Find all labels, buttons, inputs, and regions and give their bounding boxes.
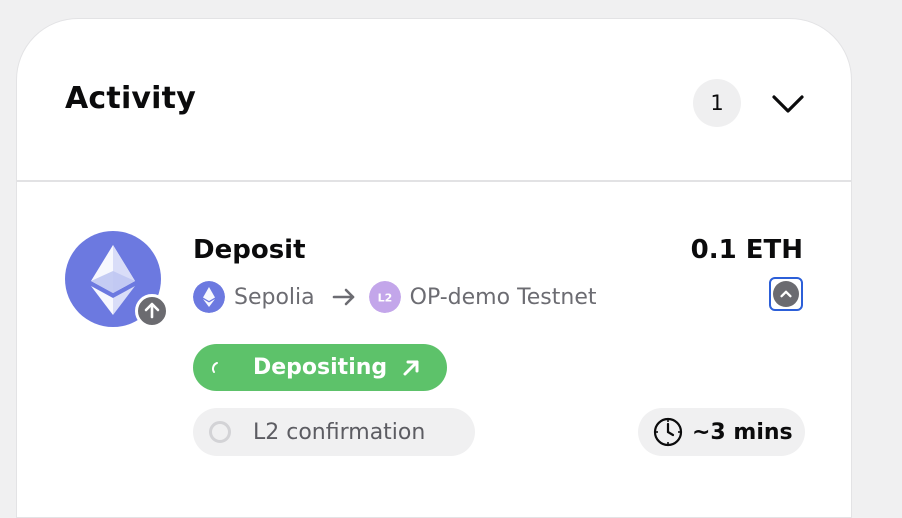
step-label: L2 confirmation (253, 419, 426, 445)
pending-circle-icon (209, 421, 231, 443)
l2-icon-text: L2 (377, 292, 392, 305)
sepolia-network-icon (193, 281, 225, 313)
eta-label: ~3 mins (692, 419, 793, 445)
l2-network-icon: L2 (368, 281, 401, 313)
network-route: Sepolia L2 OP-demo Testnet (193, 281, 597, 313)
chevron-down-icon[interactable] (771, 89, 805, 117)
external-link-icon (403, 360, 419, 375)
from-network-name: Sepolia (234, 284, 315, 310)
clock-icon (653, 417, 683, 447)
header-divider (17, 180, 851, 182)
arrow-right-icon (332, 288, 354, 306)
l2-confirmation-step: L2 confirmation (193, 408, 475, 456)
transaction-amount: 0.1 ETH (690, 235, 803, 265)
to-network-name: OP-demo Testnet (409, 284, 597, 310)
activity-panel: Activity 1 Deposit 0.1 ETH Sepolia L2 OP… (16, 18, 852, 518)
arrow-up-icon (135, 294, 169, 328)
chevron-up-icon (773, 281, 799, 307)
eta-badge: ~3 mins (638, 408, 805, 456)
panel-title: Activity (65, 81, 196, 116)
status-label: Depositing (253, 355, 388, 380)
activity-count-badge: 1 (693, 79, 741, 127)
spinner-icon (211, 361, 218, 373)
transaction-type: Deposit (193, 235, 306, 265)
collapse-details-button[interactable] (769, 277, 803, 311)
depositing-status-button[interactable]: Depositing (193, 344, 447, 391)
